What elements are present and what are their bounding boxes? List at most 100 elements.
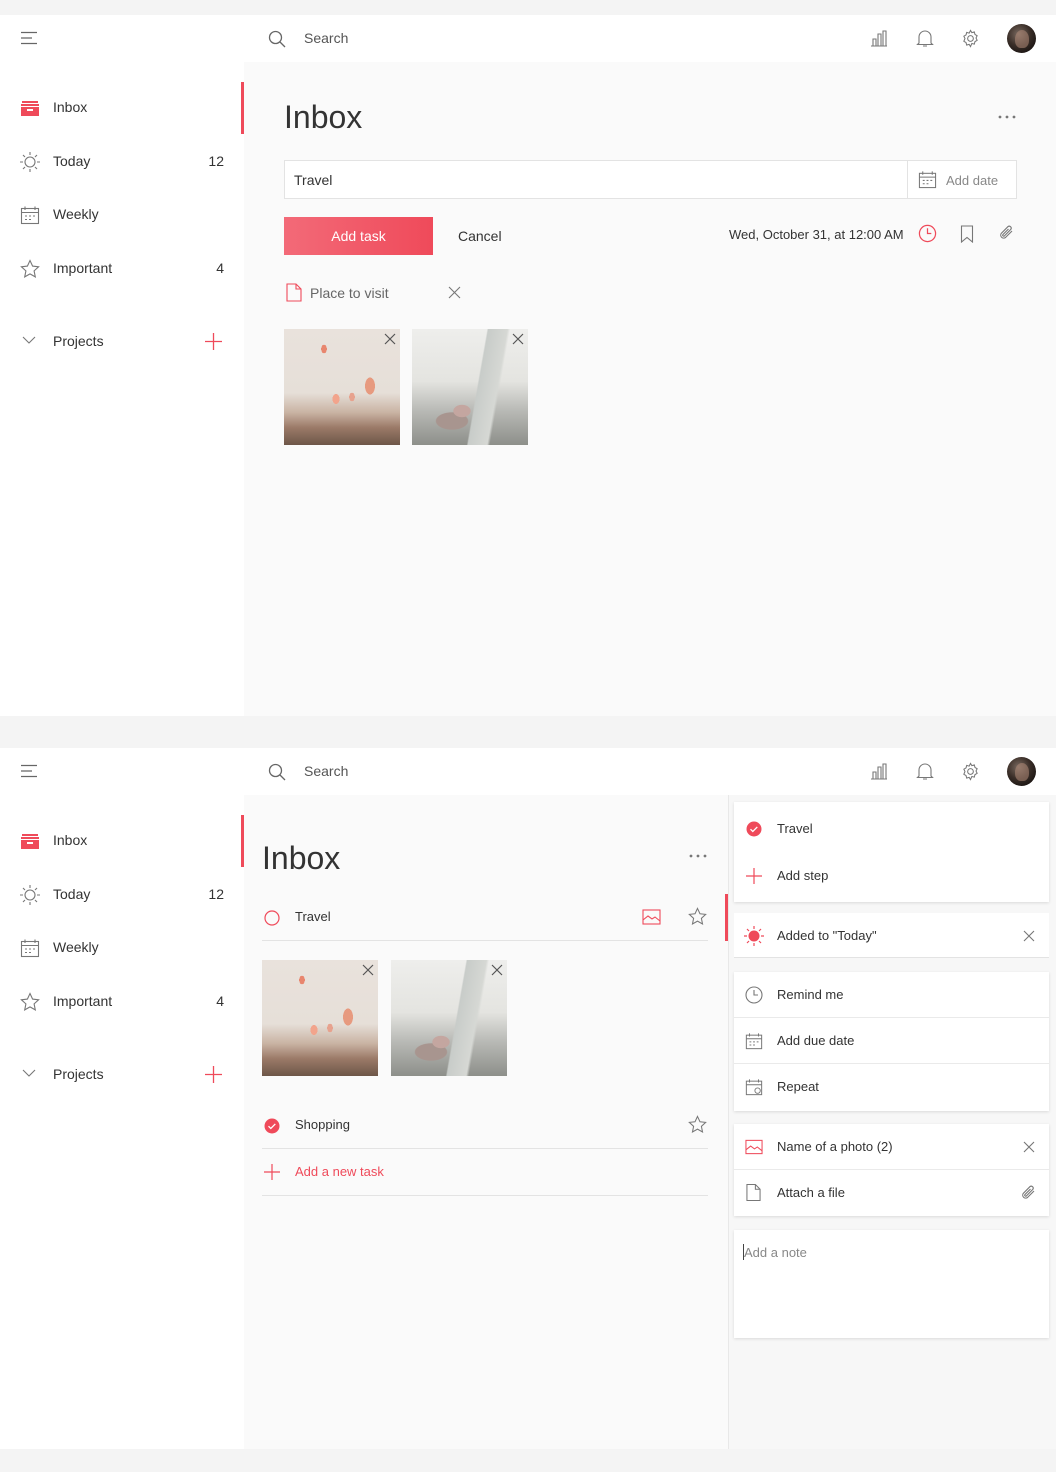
add-task-button[interactable]: Add task [284,217,433,255]
search-icon[interactable] [268,30,286,48]
top-bar: Search [0,748,1056,795]
image-icon [745,1138,763,1156]
gear-icon[interactable] [961,29,980,48]
cancel-button[interactable]: Cancel [458,228,502,244]
photo-attachment-row[interactable]: Name of a photo (2) [734,1124,1049,1170]
star-icon [20,992,40,1012]
due-date-text: Wed, October 31, at 12:00 AM [729,227,904,242]
attached-photo[interactable] [262,960,378,1076]
close-icon[interactable] [1023,1141,1035,1153]
add-date-label: Add date [946,173,999,188]
image-icon[interactable] [642,909,661,925]
sidebar-item-important[interactable]: Important 4 [0,978,244,1026]
close-icon[interactable] [361,963,375,977]
sidebar-item-projects[interactable]: Projects [0,318,244,366]
close-icon[interactable] [490,963,504,977]
star-icon[interactable] [688,1115,707,1134]
chevron-down-icon[interactable] [22,335,36,345]
checked-circle-icon[interactable] [746,821,762,837]
added-to-today-label: Added to "Today" [777,928,877,943]
gear-icon[interactable] [961,762,980,781]
remind-me-button[interactable]: Remind me [734,972,1049,1018]
sidebar-item-count: 12 [208,153,224,169]
added-to-today-row[interactable]: Added to "Today" [734,913,1049,959]
sidebar-item-inbox[interactable]: Inbox [0,84,244,132]
chevron-down-icon[interactable] [22,1068,36,1078]
paperclip-icon[interactable] [1020,1184,1037,1201]
repeat-button[interactable]: Repeat [734,1064,1049,1110]
attached-photo[interactable] [391,960,507,1076]
clock-icon[interactable] [918,224,937,243]
checkbox-circle-icon[interactable] [264,910,280,926]
task-row-travel[interactable]: Travel [262,894,708,941]
sidebar-item-today[interactable]: Today 12 [0,138,244,186]
file-icon [746,1183,761,1202]
menu-icon[interactable] [21,764,38,778]
more-options-icon[interactable] [997,114,1017,120]
plus-icon[interactable] [205,1066,222,1083]
attached-photo[interactable] [412,329,528,445]
file-icon [286,283,302,302]
star-icon[interactable] [688,907,707,926]
sidebar-item-weekly[interactable]: Weekly [0,924,244,972]
avatar[interactable] [1007,24,1036,53]
sidebar-item-count: 4 [216,993,224,1009]
photo-name-label: Name of a photo (2) [777,1139,893,1154]
task-title-card: Travel Add step [734,802,1049,902]
add-due-date-button[interactable]: Add due date [734,1018,1049,1064]
task-name-input[interactable]: Travel [284,160,907,199]
add-step-button[interactable]: Add step [734,853,1049,899]
stats-icon[interactable] [870,29,888,47]
sidebar-item-weekly[interactable]: Weekly [0,191,244,239]
attached-photo[interactable] [284,329,400,445]
add-new-task-row[interactable]: Add a new task [262,1149,708,1196]
sidebar-item-label: Important [53,260,113,276]
repeat-calendar-icon [745,1078,763,1096]
today-card: Added to "Today" [734,913,1049,958]
sidebar-item-important[interactable]: Important 4 [0,245,244,293]
more-options-icon[interactable] [688,853,708,859]
note-input[interactable]: Add a note [744,1245,807,1260]
close-icon[interactable] [383,332,397,346]
sun-icon [744,926,764,946]
sidebar-item-label: Weekly [53,939,99,955]
bell-icon[interactable] [916,29,934,48]
sidebar: Inbox Today 12 Weekly Important 4 Projec… [0,795,244,1449]
paperclip-icon[interactable] [998,224,1015,241]
search-input[interactable]: Search [304,763,348,779]
menu-icon[interactable] [21,31,38,45]
close-icon[interactable] [1023,930,1035,942]
sidebar-item-label: Inbox [53,99,88,115]
page-title: Inbox [284,99,363,135]
search-input[interactable]: Search [304,30,348,46]
schedule-card: Remind me Add due date Repeat [734,972,1049,1111]
search-icon[interactable] [268,763,286,781]
detail-task-title[interactable]: Travel [734,806,1049,852]
screen-add-task: Search Inbox Today 12 Weekly Important 4… [0,15,1056,716]
sidebar-item-label: Today [53,886,91,902]
bookmark-icon[interactable] [960,225,974,243]
attachment-label: Place to visit [310,285,389,301]
top-bar: Search [0,15,1056,62]
sidebar: Inbox Today 12 Weekly Important 4 Projec… [0,62,244,716]
plus-icon[interactable] [205,333,222,350]
inbox-icon [20,831,40,851]
checked-circle-icon[interactable] [264,1118,280,1134]
sidebar-item-inbox[interactable]: Inbox [0,817,244,865]
attach-file-label: Attach a file [777,1185,845,1200]
sidebar-item-today[interactable]: Today 12 [0,871,244,919]
close-icon[interactable] [511,332,525,346]
add-date-button[interactable]: Add date [907,160,1017,199]
bell-icon[interactable] [916,762,934,781]
calendar-icon [20,205,40,225]
task-title-label: Travel [777,821,813,836]
stats-icon[interactable] [870,762,888,780]
task-row-shopping[interactable]: Shopping [262,1102,708,1149]
attach-file-button[interactable]: Attach a file [734,1170,1049,1216]
avatar[interactable] [1007,757,1036,786]
sidebar-item-count: 12 [208,886,224,902]
sidebar-item-projects[interactable]: Projects [0,1051,244,1099]
calendar-icon [918,170,937,189]
task-label: Shopping [295,1117,350,1132]
close-icon[interactable] [448,286,461,299]
